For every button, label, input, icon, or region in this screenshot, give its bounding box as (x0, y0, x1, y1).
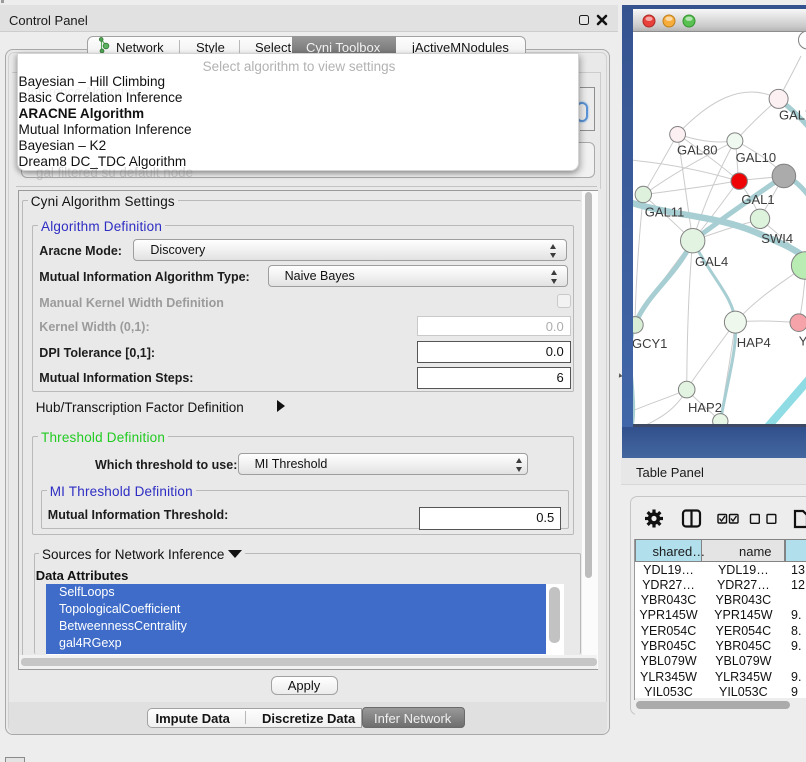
svg-text:Y: Y (799, 333, 806, 348)
svg-text:GAL1: GAL1 (741, 192, 774, 207)
svg-text:GAL11: GAL11 (645, 204, 685, 219)
svg-text:SWI4: SWI4 (761, 231, 793, 246)
svg-text:GCY1: GCY1 (633, 336, 667, 351)
svg-text:GAL7: GAL7 (779, 107, 806, 122)
svg-text:HAP4: HAP4 (737, 335, 771, 350)
svg-text:GAL10: GAL10 (736, 150, 776, 165)
svg-text:GAL4: GAL4 (695, 254, 728, 269)
svg-text:HAP2: HAP2 (688, 399, 722, 414)
svg-text:GAL80: GAL80 (677, 142, 717, 157)
